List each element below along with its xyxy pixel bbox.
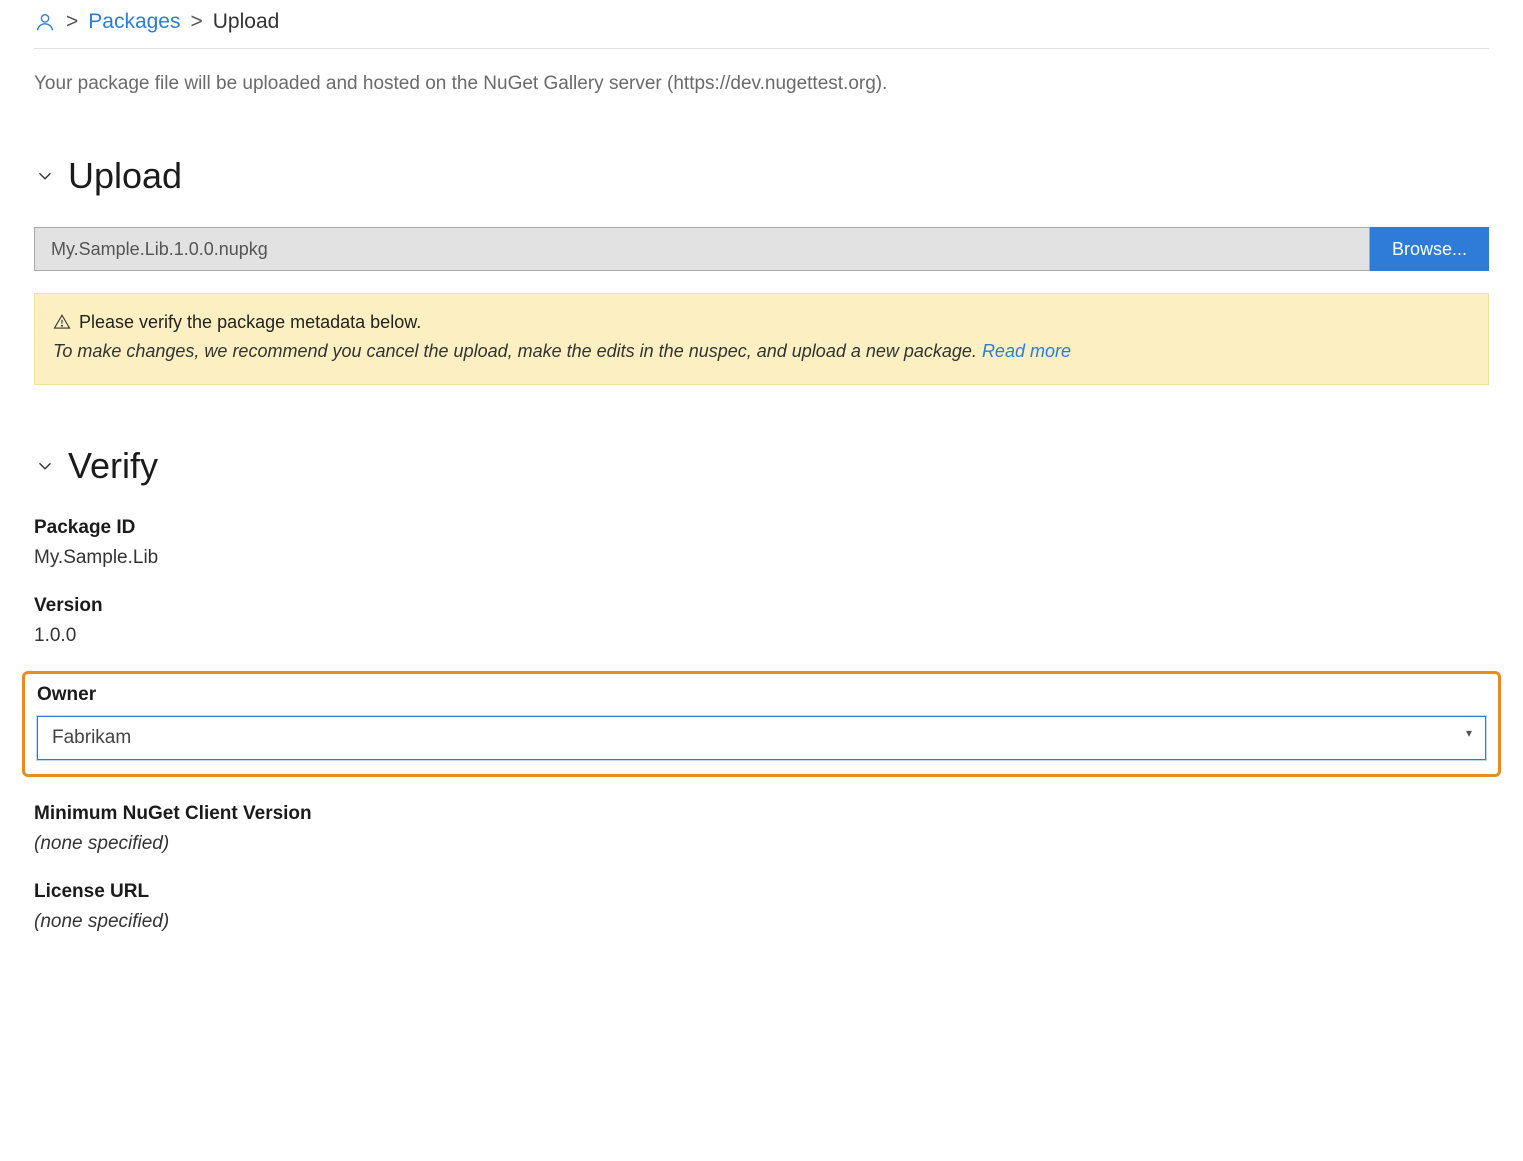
alert-readmore-link[interactable]: Read more [982, 341, 1071, 361]
min-client-version-label: Minimum NuGet Client Version [34, 803, 1489, 825]
version-value: 1.0.0 [34, 625, 1489, 647]
package-id-field: Package ID My.Sample.Lib [34, 517, 1489, 569]
version-field: Version 1.0.0 [34, 595, 1489, 647]
license-url-label: License URL [34, 881, 1489, 903]
version-label: Version [34, 595, 1489, 617]
breadcrumb-current: Upload [213, 10, 280, 34]
chevron-down-icon [34, 165, 56, 187]
license-url-value: (none specified) [34, 911, 1489, 933]
owner-label: Owner [37, 684, 1486, 706]
breadcrumb-separator: > [191, 10, 203, 34]
owner-highlight: Owner Fabrikam [22, 671, 1501, 777]
verify-section-toggle[interactable]: Verify [34, 445, 1489, 487]
upload-heading: Upload [68, 155, 182, 197]
browse-button[interactable]: Browse... [1370, 227, 1489, 271]
owner-select[interactable]: Fabrikam [37, 716, 1486, 760]
package-id-value: My.Sample.Lib [34, 547, 1489, 569]
selected-file-name: My.Sample.Lib.1.0.0.nupkg [34, 227, 1370, 271]
breadcrumb-separator: > [66, 10, 78, 34]
page-description: Your package file will be uploaded and h… [34, 73, 1489, 95]
package-id-label: Package ID [34, 517, 1489, 539]
min-client-version-value: (none specified) [34, 833, 1489, 855]
upload-section-toggle[interactable]: Upload [34, 155, 1489, 197]
chevron-down-icon [34, 455, 56, 477]
license-url-field: License URL (none specified) [34, 881, 1489, 933]
verify-alert: Please verify the package metadata below… [34, 293, 1489, 385]
warning-icon [53, 313, 71, 331]
min-client-version-field: Minimum NuGet Client Version (none speci… [34, 803, 1489, 855]
owner-field: Owner Fabrikam [37, 684, 1486, 760]
user-icon[interactable] [34, 11, 56, 33]
breadcrumb-packages-link[interactable]: Packages [88, 10, 180, 34]
alert-line2-text: To make changes, we recommend you cancel… [53, 341, 982, 361]
file-input-row: My.Sample.Lib.1.0.0.nupkg Browse... [34, 227, 1489, 271]
verify-heading: Verify [68, 445, 158, 487]
breadcrumb: > Packages > Upload [34, 10, 1489, 49]
alert-line1-text: Please verify the package metadata below… [79, 308, 421, 337]
